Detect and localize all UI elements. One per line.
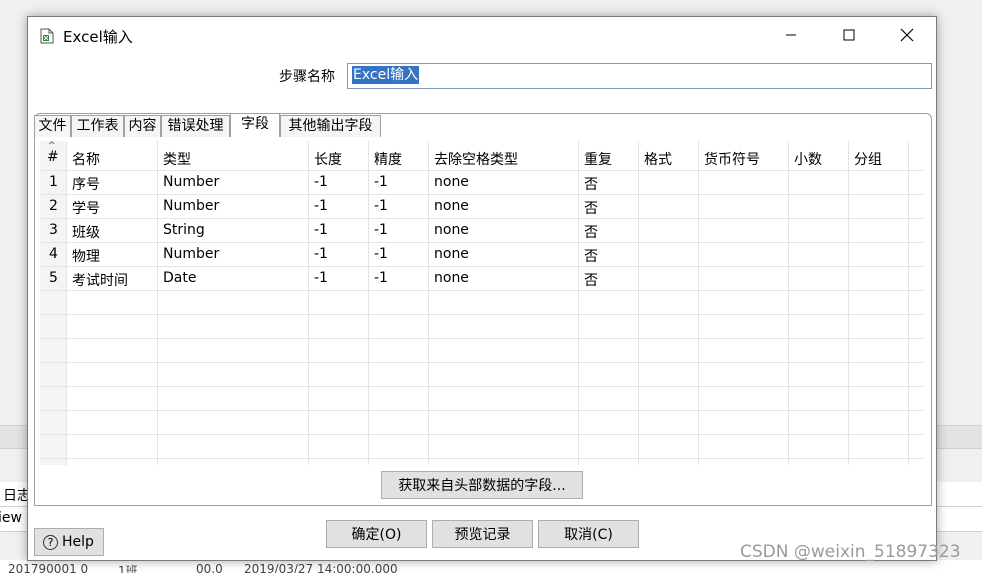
tab-worksheet[interactable]: 工作表 bbox=[71, 115, 124, 137]
table-cell[interactable]: -1 bbox=[374, 198, 388, 214]
column-header-currency[interactable]: 货币符号 bbox=[704, 149, 760, 169]
table-cell[interactable]: 否 bbox=[584, 222, 598, 242]
table-cell[interactable]: -1 bbox=[314, 222, 328, 238]
table-cell[interactable]: 班级 bbox=[72, 222, 100, 242]
table-cell[interactable]: -1 bbox=[314, 198, 328, 214]
minimize-button[interactable] bbox=[762, 17, 820, 53]
tab-other-output-fields[interactable]: 其他输出字段 bbox=[280, 115, 381, 137]
table-cell[interactable]: none bbox=[434, 198, 469, 214]
get-fields-button[interactable]: 获取来自头部数据的字段... bbox=[381, 471, 583, 499]
row-number: 4 bbox=[49, 246, 58, 262]
cancel-button[interactable]: 取消(C) bbox=[538, 520, 639, 548]
fields-table: ^ # 名称 类型 长度 精度 去除空格类型 重复 格式 货币符号 小数 分组 … bbox=[40, 141, 924, 465]
maximize-icon bbox=[843, 29, 855, 41]
column-header-type[interactable]: 类型 bbox=[163, 149, 191, 169]
step-name-label: 步骤名称 bbox=[279, 69, 335, 85]
title-bar[interactable]: Excel输入 bbox=[28, 17, 936, 55]
preview-button[interactable]: 预览记录 bbox=[432, 520, 533, 548]
tab-file[interactable]: 文件 bbox=[34, 115, 71, 137]
step-name-input[interactable]: Excel输入 bbox=[347, 63, 932, 89]
column-header-number[interactable]: # bbox=[47, 149, 59, 165]
background-cell: 201790001 0 bbox=[8, 562, 89, 573]
table-cell[interactable]: 序号 bbox=[72, 174, 100, 194]
help-icon: ? bbox=[43, 534, 58, 550]
close-button[interactable] bbox=[878, 17, 936, 53]
tab-content[interactable]: 内容 bbox=[124, 115, 161, 137]
step-name-value: Excel输入 bbox=[352, 66, 420, 84]
row-number: 1 bbox=[49, 174, 58, 190]
background-view-label: iew bbox=[0, 510, 22, 526]
column-header-name[interactable]: 名称 bbox=[72, 149, 100, 169]
table-cell[interactable]: 否 bbox=[584, 198, 598, 218]
row-number: 3 bbox=[49, 222, 58, 238]
column-header-decimal[interactable]: 小数 bbox=[794, 149, 822, 169]
table-cell[interactable]: Number bbox=[163, 198, 219, 214]
table-cell[interactable]: 学号 bbox=[72, 198, 100, 218]
background-cell: 2019/03/27 14:00:00.000 bbox=[244, 562, 398, 573]
table-cell[interactable]: Number bbox=[163, 174, 219, 190]
table-cell[interactable]: -1 bbox=[374, 222, 388, 238]
watermark: CSDN @weixin_51897323 bbox=[740, 542, 961, 562]
table-cell[interactable]: -1 bbox=[374, 174, 388, 190]
table-cell[interactable]: none bbox=[434, 222, 469, 238]
table-cell[interactable]: 否 bbox=[584, 246, 598, 266]
table-cell[interactable]: none bbox=[434, 174, 469, 190]
excel-input-dialog: Excel输入 步骤名称 Excel输入 文件 工作表 内容 错误处理 字段 其… bbox=[27, 16, 937, 561]
row-number: 5 bbox=[49, 270, 58, 286]
table-cell[interactable]: 物理 bbox=[72, 246, 100, 266]
column-header-format[interactable]: 格式 bbox=[644, 149, 672, 169]
table-cell[interactable]: -1 bbox=[374, 246, 388, 262]
maximize-button[interactable] bbox=[820, 17, 878, 53]
dialog-title: Excel输入 bbox=[63, 28, 133, 46]
help-label: Help bbox=[62, 534, 94, 550]
table-cell[interactable]: -1 bbox=[374, 270, 388, 286]
table-cell[interactable]: Number bbox=[163, 246, 219, 262]
table-cell[interactable]: -1 bbox=[314, 174, 328, 190]
table-cell[interactable]: none bbox=[434, 270, 469, 286]
table-cell[interactable]: none bbox=[434, 246, 469, 262]
column-header-group[interactable]: 分组 bbox=[854, 149, 882, 169]
column-header-trim-type[interactable]: 去除空格类型 bbox=[434, 149, 518, 169]
table-cell[interactable]: 否 bbox=[584, 174, 598, 194]
tab-fields[interactable]: 字段 bbox=[230, 113, 280, 137]
table-cell[interactable]: -1 bbox=[314, 246, 328, 262]
close-icon bbox=[900, 28, 914, 42]
help-button[interactable]: ? Help bbox=[34, 528, 104, 556]
table-cell[interactable]: 否 bbox=[584, 270, 598, 290]
column-header-precision[interactable]: 精度 bbox=[374, 149, 402, 169]
ok-button[interactable]: 确定(O) bbox=[326, 520, 427, 548]
column-header-repeat[interactable]: 重复 bbox=[584, 149, 612, 169]
table-cell[interactable]: -1 bbox=[314, 270, 328, 286]
background-cell: 00.0 bbox=[196, 562, 223, 573]
background-cell: 1班 bbox=[118, 564, 138, 573]
row-number: 2 bbox=[49, 198, 58, 214]
minimize-icon bbox=[786, 34, 796, 36]
tab-error-handling[interactable]: 错误处理 bbox=[161, 115, 230, 137]
table-cell[interactable]: Date bbox=[163, 270, 196, 286]
excel-file-icon bbox=[40, 28, 54, 44]
column-header-length[interactable]: 长度 bbox=[314, 149, 342, 169]
table-cell[interactable]: String bbox=[163, 222, 205, 238]
table-cell[interactable]: 考试时间 bbox=[72, 270, 128, 290]
